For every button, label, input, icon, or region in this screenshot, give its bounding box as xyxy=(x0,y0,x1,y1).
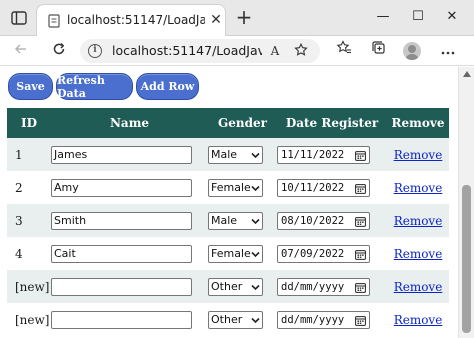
address-bar[interactable]: i localhost:51147/LoadJavascriptTable A xyxy=(80,39,320,63)
table-row: 2 Amy Female 10/11/2022 Remove xyxy=(7,171,449,204)
remove-link[interactable]: Remove xyxy=(394,280,443,294)
url-text[interactable]: localhost:51147/LoadJavascriptTable xyxy=(112,43,262,59)
gender-selected-value: Other xyxy=(211,279,243,293)
date-register-input[interactable]: dd/mm/yyyy xyxy=(277,277,370,296)
table-header-row: ID Name Gender Date Register Remove xyxy=(7,108,449,138)
reload-button[interactable] xyxy=(48,40,70,62)
read-aloud-icon[interactable]: A xyxy=(266,43,284,59)
name-input[interactable]: Cait xyxy=(51,244,192,263)
chevron-down-icon xyxy=(251,218,260,224)
action-buttons: Save Refresh Data Add Row xyxy=(8,73,202,101)
gender-selected-value: Male xyxy=(211,147,238,161)
row-id: 2 xyxy=(7,171,51,204)
gender-select[interactable]: Male xyxy=(208,211,263,230)
date-register-input[interactable]: 11/11/2022 xyxy=(277,145,370,164)
add-favorite-icon[interactable] xyxy=(292,42,310,59)
column-header-name: Name xyxy=(51,108,208,138)
scrollbar-thumb[interactable] xyxy=(462,185,471,333)
tab-title: localhost:51147/LoadJavascriptTable xyxy=(67,13,205,27)
close-window-button[interactable]: ✕ xyxy=(440,6,464,28)
column-header-gender: Gender xyxy=(208,108,277,138)
table-row: 3 Smith Male 08/10/2022 Remove xyxy=(7,204,449,237)
chevron-down-icon xyxy=(251,317,260,323)
close-tab-icon[interactable]: ✕ xyxy=(209,13,223,27)
page-viewport: Save Refresh Data Add Row ID Name Gender… xyxy=(0,67,458,338)
name-input[interactable]: Smith xyxy=(51,211,192,230)
date-register-input[interactable]: 08/10/2022 xyxy=(277,211,370,230)
profile-avatar[interactable] xyxy=(403,42,421,60)
people-table: ID Name Gender Date Register Remove 1 Jam… xyxy=(7,108,449,336)
gender-select[interactable]: Female xyxy=(208,178,263,197)
date-value: dd/mm/yyyy xyxy=(281,313,345,326)
remove-link[interactable]: Remove xyxy=(394,313,443,327)
favorites-icon[interactable] xyxy=(333,40,355,62)
table-row: 1 James Male 11/11/2022 Remove xyxy=(7,138,449,171)
gender-selected-value: Female xyxy=(211,246,251,260)
gender-selected-value: Male xyxy=(211,213,238,227)
table-row: 4 Cait Female 07/09/2022 Remove xyxy=(7,237,449,270)
calendar-icon[interactable] xyxy=(355,183,366,194)
site-info-icon[interactable]: i xyxy=(88,44,102,58)
gender-select[interactable]: Other xyxy=(208,277,263,296)
column-header-remove: Remove xyxy=(387,108,449,138)
more-options-icon[interactable] xyxy=(437,40,459,62)
remove-link[interactable]: Remove xyxy=(394,214,443,228)
chevron-down-icon xyxy=(251,251,260,257)
browser-toolbar: i localhost:51147/LoadJavascriptTable A xyxy=(0,36,474,66)
name-input[interactable] xyxy=(51,310,192,329)
vertical-scrollbar[interactable] xyxy=(458,67,474,338)
refresh-data-button[interactable]: Refresh Data xyxy=(56,73,133,100)
row-id: 4 xyxy=(7,237,51,270)
browser-tab[interactable]: localhost:51147/LoadJavascriptTable ✕ xyxy=(36,4,226,36)
row-id: 1 xyxy=(7,138,51,171)
chevron-down-icon xyxy=(251,152,260,158)
gender-select[interactable]: Other xyxy=(208,310,263,329)
gender-select[interactable]: Male xyxy=(208,145,263,164)
calendar-icon[interactable] xyxy=(355,150,366,161)
date-register-input[interactable]: 10/11/2022 xyxy=(277,178,370,197)
browser-tab-strip: localhost:51147/LoadJavascriptTable ✕ + … xyxy=(0,0,474,36)
gender-selected-value: Female xyxy=(211,180,251,194)
add-row-button[interactable]: Add Row xyxy=(136,73,199,100)
back-button[interactable] xyxy=(10,40,32,62)
name-input[interactable] xyxy=(51,277,192,296)
date-register-input[interactable]: dd/mm/yyyy xyxy=(277,310,370,329)
new-tab-button[interactable]: + xyxy=(234,7,254,28)
page-favicon-icon xyxy=(48,14,60,28)
date-value: dd/mm/yyyy xyxy=(281,280,345,293)
column-header-id: ID xyxy=(7,108,51,138)
name-input[interactable]: James xyxy=(51,145,192,164)
scroll-up-arrow-icon[interactable] xyxy=(463,71,471,77)
maximize-window-button[interactable]: ☐ xyxy=(406,6,430,28)
calendar-icon[interactable] xyxy=(355,282,366,293)
table-row: [new] Other dd/mm/yyyy Remove xyxy=(7,303,449,336)
chevron-down-icon xyxy=(251,284,260,290)
remove-link[interactable]: Remove xyxy=(394,247,443,261)
date-value: 10/11/2022 xyxy=(281,181,345,194)
collections-icon[interactable] xyxy=(367,40,389,62)
table-row: [new] Other dd/mm/yyyy Remove xyxy=(7,270,449,303)
calendar-icon[interactable] xyxy=(355,315,366,326)
gender-selected-value: Other xyxy=(211,312,243,326)
chevron-down-icon xyxy=(251,185,260,191)
remove-link[interactable]: Remove xyxy=(394,148,443,162)
row-id: 3 xyxy=(7,204,51,237)
column-header-date-register: Date Register xyxy=(277,108,387,138)
gender-select[interactable]: Female xyxy=(208,244,263,263)
row-id: [new] xyxy=(7,270,51,303)
calendar-icon[interactable] xyxy=(355,216,366,227)
calendar-icon[interactable] xyxy=(355,249,366,260)
name-input[interactable]: Amy xyxy=(51,178,192,197)
row-id: [new] xyxy=(7,303,51,336)
tab-actions-icon[interactable] xyxy=(6,6,32,30)
date-register-input[interactable]: 07/09/2022 xyxy=(277,244,370,263)
date-value: 08/10/2022 xyxy=(281,214,345,227)
save-button[interactable]: Save xyxy=(8,73,53,100)
remove-link[interactable]: Remove xyxy=(394,181,443,195)
date-value: 07/09/2022 xyxy=(281,247,345,260)
minimize-window-button[interactable]: — xyxy=(371,6,395,28)
date-value: 11/11/2022 xyxy=(281,148,345,161)
